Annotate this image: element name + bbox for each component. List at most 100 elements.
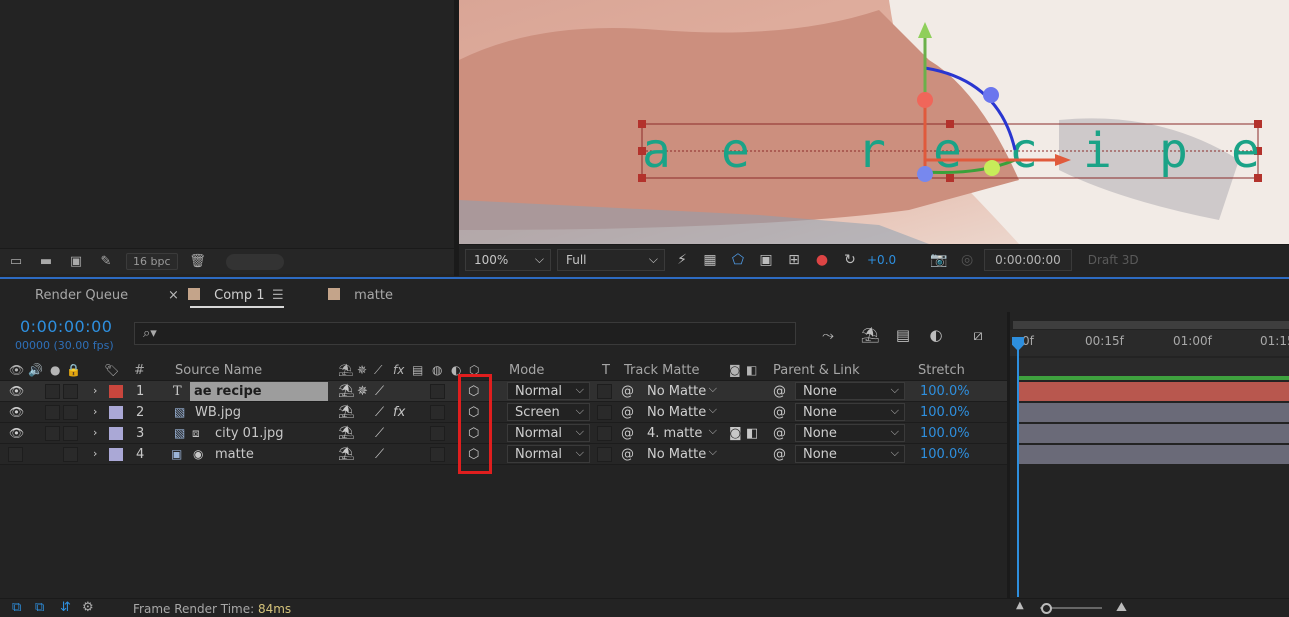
mode-dropdown[interactable]: Normal ⌵ bbox=[507, 382, 590, 400]
label-column-icon[interactable]: 🏷 bbox=[104, 363, 119, 377]
motion-blur-switch[interactable] bbox=[430, 405, 445, 420]
quality-switch-icon[interactable]: ⟋ bbox=[375, 384, 384, 399]
eye-icon[interactable]: 👁 bbox=[9, 384, 24, 398]
grid-guides-icon[interactable]: ⊞ bbox=[783, 249, 805, 271]
layer-row-1[interactable]: 👁 › 1 T ae recipe ⛱ ✵ ⟋ ⬡ Normal ⌵ @ No M… bbox=[0, 381, 1010, 402]
layer-switches-toggle-icon[interactable]: ⧉ bbox=[12, 600, 21, 615]
lock-switch[interactable] bbox=[63, 426, 78, 441]
matte-invert-icon[interactable]: ◧ bbox=[746, 426, 758, 441]
composition-viewer[interactable]: a e r e c i p e bbox=[459, 0, 1289, 244]
layer-name[interactable]: city 01.jpg bbox=[215, 426, 283, 441]
close-tab-icon[interactable]: × bbox=[168, 288, 179, 303]
fast-previews-icon[interactable]: ⚡ bbox=[671, 249, 693, 271]
video-switch-off[interactable] bbox=[8, 447, 23, 462]
solo-switch[interactable] bbox=[45, 384, 60, 399]
solo-switch[interactable] bbox=[45, 405, 60, 420]
lock-switch[interactable] bbox=[63, 447, 78, 462]
shy-switch-icon[interactable]: ⛱ bbox=[338, 447, 355, 462]
layer-row-2[interactable]: 👁 › 2 ▧ WB.jpg ⛱ ⟋ fx ⬡ Screen ⌵ @ No Mat… bbox=[0, 402, 1010, 423]
label-color-swatch[interactable] bbox=[109, 427, 123, 440]
current-time-indicator[interactable] bbox=[1017, 345, 1019, 597]
label-color-swatch[interactable] bbox=[109, 385, 123, 398]
matte-alpha-icon[interactable]: ◙ bbox=[729, 426, 742, 441]
collapse-column-icon[interactable]: ✵ bbox=[357, 363, 367, 377]
preserve-transparency-switch[interactable] bbox=[597, 426, 612, 441]
channel-icon[interactable]: ● bbox=[811, 249, 833, 271]
motion-blur-switch[interactable] bbox=[430, 426, 445, 441]
project-scrollbar[interactable] bbox=[225, 253, 284, 270]
layer-row-4[interactable]: › 4 ▣ ◉ matte ⛱ ⟋ ⬡ Normal ⌵ @ No Matte ⌵ … bbox=[0, 444, 1010, 465]
trash-icon[interactable]: 🗑 bbox=[188, 254, 208, 270]
exposure-reset-icon[interactable]: ↻ bbox=[839, 249, 861, 271]
frame-blend-column-icon[interactable]: ▤ bbox=[412, 363, 423, 377]
solo-toggle-icon[interactable]: ● bbox=[50, 363, 60, 377]
adjust-icon[interactable]: ✎ bbox=[96, 254, 116, 270]
layer-4-duration-bar[interactable] bbox=[1018, 445, 1289, 464]
layer-list-empty-area[interactable] bbox=[0, 466, 1010, 597]
parent-pickwhip-icon[interactable]: @ bbox=[773, 384, 786, 399]
tab-render-queue[interactable]: Render Queue bbox=[35, 288, 128, 303]
mode-dropdown[interactable]: Screen ⌵ bbox=[507, 403, 590, 421]
quality-switch-icon[interactable]: ⟋ bbox=[375, 426, 384, 441]
layer-name[interactable]: WB.jpg bbox=[195, 405, 241, 420]
track-matte-column-header[interactable]: Track Matte bbox=[624, 363, 700, 378]
parent-link-column-header[interactable]: Parent & Link bbox=[773, 363, 860, 378]
audio-toggle-icon[interactable]: 🔊 bbox=[28, 363, 43, 377]
expand-arrow-icon[interactable]: › bbox=[93, 426, 97, 439]
show-snapshot-icon[interactable]: ◎ bbox=[956, 249, 978, 271]
interpret-footage-icon[interactable]: ▭ bbox=[6, 254, 26, 270]
layer-search-input[interactable]: ⌕▾ bbox=[134, 322, 796, 345]
collapse-switch-icon[interactable]: ✵ bbox=[357, 384, 368, 399]
effects-column-icon[interactable]: fx bbox=[393, 363, 404, 377]
zoom-out-icon[interactable]: ▲ bbox=[1016, 600, 1024, 611]
exposure-value[interactable]: +0.0 bbox=[867, 253, 896, 267]
magnification-dropdown[interactable]: 100% ⌵ bbox=[465, 248, 551, 271]
graph-editor-icon[interactable]: ⧄ bbox=[968, 326, 988, 344]
parent-dropdown[interactable]: None ⌵ bbox=[795, 382, 905, 400]
parent-dropdown[interactable]: None ⌵ bbox=[795, 445, 905, 463]
layer-name-field[interactable]: ae recipe bbox=[190, 382, 328, 401]
shy-column-icon[interactable]: ⛱ bbox=[338, 363, 353, 377]
preserve-transparency-switch[interactable] bbox=[597, 405, 612, 420]
expand-arrow-icon[interactable]: › bbox=[93, 405, 97, 418]
track-matte-dropdown[interactable]: 4. matte ⌵ bbox=[640, 424, 722, 442]
viewer-timecode[interactable]: 0:00:00:00 bbox=[984, 248, 1072, 271]
shy-switch-icon[interactable]: ⛱ bbox=[338, 426, 355, 441]
preserve-transparency-switch[interactable] bbox=[597, 384, 612, 399]
region-of-interest-icon[interactable]: ▣ bbox=[755, 249, 777, 271]
quality-column-icon[interactable]: ⟋ bbox=[374, 363, 382, 378]
zoom-in-icon[interactable]: ⛰ bbox=[1116, 600, 1127, 615]
parent-pickwhip-icon[interactable]: @ bbox=[773, 405, 786, 420]
tab-matte[interactable]: matte bbox=[328, 288, 393, 303]
snapshot-camera-icon[interactable]: 📷 bbox=[928, 249, 950, 271]
current-time-display[interactable]: 0:00:00:00 bbox=[20, 317, 112, 336]
mode-dropdown[interactable]: Normal ⌵ bbox=[507, 424, 590, 442]
stretch-value[interactable]: 100.0% bbox=[920, 384, 970, 399]
label-color-swatch[interactable] bbox=[109, 448, 123, 461]
shy-layers-icon[interactable]: ⛱ bbox=[860, 326, 880, 344]
frame-blending-icon[interactable]: ▤ bbox=[893, 326, 913, 344]
stretch-column-header[interactable]: Stretch bbox=[918, 363, 965, 378]
expand-arrow-icon[interactable]: › bbox=[93, 447, 97, 460]
video-toggle-icon[interactable]: 👁 bbox=[9, 363, 24, 377]
lock-switch[interactable] bbox=[63, 405, 78, 420]
draft-3d-toggle[interactable]: Draft 3D bbox=[1088, 253, 1139, 267]
time-ruler[interactable] bbox=[1010, 330, 1289, 356]
zoom-slider-thumb[interactable] bbox=[1041, 603, 1052, 614]
matte-pickwhip-icon[interactable]: @ bbox=[621, 426, 634, 441]
mask-visibility-icon[interactable]: ⬠ bbox=[727, 249, 749, 271]
stretch-value[interactable]: 100.0% bbox=[920, 405, 970, 420]
motion-blur-column-icon[interactable]: ◍ bbox=[432, 363, 442, 377]
render-time-toggle-icon[interactable]: ⚙ bbox=[82, 600, 94, 615]
layer-row-3[interactable]: 👁 › 3 ▧ ⧈ city 01.jpg ⛱ ⟋ ⬡ Normal ⌵ @ 4.… bbox=[0, 423, 1010, 444]
track-matte-dropdown[interactable]: No Matte ⌵ bbox=[640, 382, 722, 400]
transfer-controls-toggle-icon[interactable]: ⧉ bbox=[35, 600, 44, 615]
bit-depth-button[interactable]: 16 bpc bbox=[126, 253, 178, 270]
label-color-swatch[interactable] bbox=[109, 406, 123, 419]
matte-alpha-icon[interactable]: ◙ bbox=[729, 363, 741, 377]
layer-name[interactable]: matte bbox=[215, 447, 254, 462]
preserve-transparency-switch[interactable] bbox=[597, 447, 612, 462]
lock-toggle-icon[interactable]: 🔒 bbox=[66, 363, 81, 377]
lock-switch[interactable] bbox=[63, 384, 78, 399]
mode-dropdown[interactable]: Normal ⌵ bbox=[507, 445, 590, 463]
